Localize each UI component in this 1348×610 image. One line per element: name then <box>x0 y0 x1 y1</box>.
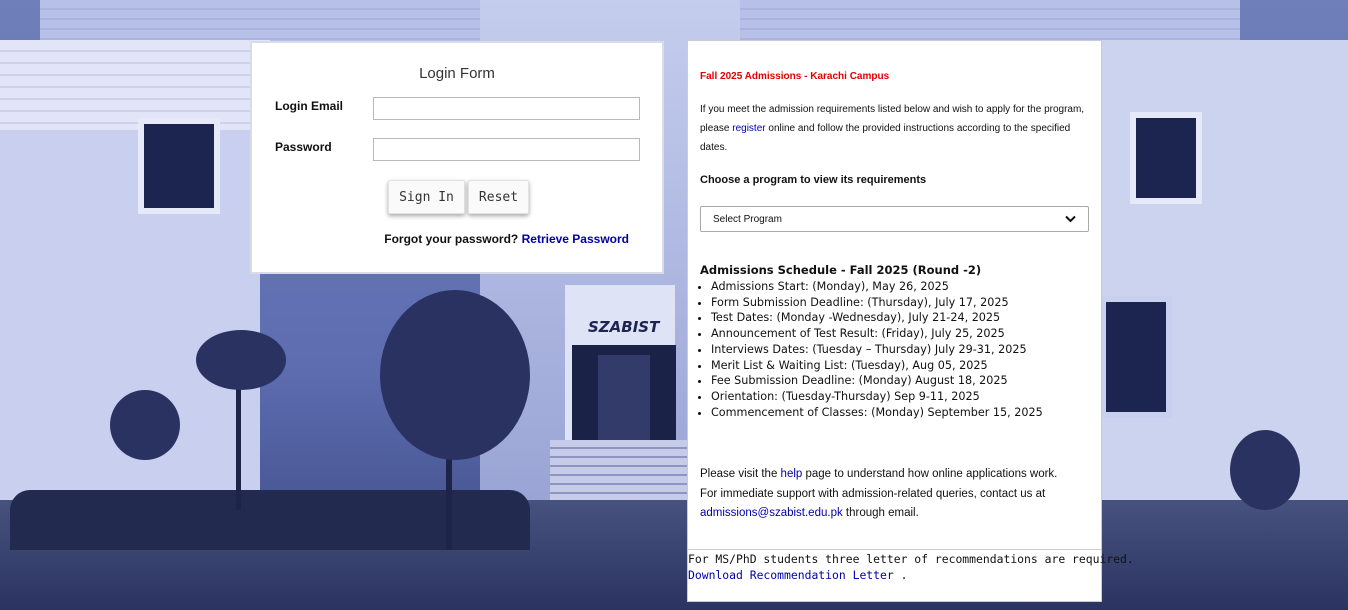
program-select-value: Select Program <box>713 213 782 225</box>
schedule-item: Interviews Dates: (Tuesday – Thursday) J… <box>711 342 1043 358</box>
building-window <box>1130 112 1202 204</box>
building-window <box>1100 296 1172 418</box>
download-suffix: . <box>893 568 908 582</box>
background-hedge <box>10 490 530 550</box>
admissions-info-panel: Fall 2025 Admissions - Karachi Campus If… <box>687 40 1134 602</box>
forgot-password-text: Forgot your password? <box>384 232 519 246</box>
schedule-title: Admissions Schedule - Fall 2025 (Round -… <box>700 263 982 277</box>
login-form-panel: Login Form Login Email Password Sign In … <box>250 41 664 274</box>
password-label: Password <box>275 140 332 154</box>
choose-program-label: Choose a program to view its requirement… <box>700 174 927 186</box>
schedule-item: Admissions Start: (Monday), May 26, 2025 <box>711 279 1043 295</box>
tree-canopy <box>196 330 286 390</box>
schedule-item: Fee Submission Deadline: (Monday) August… <box>711 373 1043 389</box>
login-form-title: Login Form <box>419 65 495 82</box>
program-select[interactable]: Select Program <box>700 206 1089 232</box>
support-email-suffix: through email. <box>842 507 919 519</box>
msphd-recommendation-note: For MS/PhD students three letter of reco… <box>688 551 1134 583</box>
building-sign: SZABIST <box>588 318 660 336</box>
retrieve-password-link[interactable]: Retrieve Password <box>522 232 629 246</box>
register-link[interactable]: register <box>732 123 765 134</box>
building-left-roof <box>0 40 270 130</box>
schedule-item: Announcement of Test Result: (Friday), J… <box>711 326 1043 342</box>
building-window <box>138 118 220 214</box>
support-visit-prefix: Please visit the <box>700 468 781 480</box>
building-right-wing <box>1100 40 1348 510</box>
download-recommendation-link[interactable]: Download Recommendation Letter <box>688 568 894 582</box>
msphd-text: For MS/PhD students three letter of reco… <box>688 552 1134 566</box>
schedule-item: Merit List & Waiting List: (Tuesday), Au… <box>711 358 1043 374</box>
support-info: Please visit the help page to understand… <box>700 465 1095 524</box>
login-email-label: Login Email <box>275 99 344 113</box>
tree-canopy <box>110 390 180 460</box>
schedule-item: Orientation: (Tuesday-Thursday) Sep 9-11… <box>711 389 1043 405</box>
support-visit-suffix: page to understand how online applicatio… <box>802 468 1058 480</box>
background-campus-photo: SZABIST <box>0 0 1348 610</box>
panel-divider <box>688 549 1101 550</box>
tree-canopy <box>1230 430 1300 510</box>
help-link[interactable]: help <box>781 468 803 480</box>
support-contact-text: For immediate support with admission-rel… <box>700 487 1046 500</box>
sign-in-button[interactable]: Sign In <box>388 180 465 214</box>
tree-canopy <box>380 290 530 460</box>
schedule-item: Test Dates: (Monday -Wednesday), July 21… <box>711 310 1043 326</box>
chevron-down-icon <box>1065 215 1076 223</box>
admissions-title: Fall 2025 Admissions - Karachi Campus <box>700 71 890 82</box>
admissions-email-link[interactable]: admissions@szabist.edu.pk <box>700 507 843 519</box>
schedule-item: Commencement of Classes: (Monday) Septem… <box>711 405 1043 421</box>
reset-button[interactable]: Reset <box>468 180 529 214</box>
forgot-password-row: Forgot your password? Retrieve Password <box>384 232 629 246</box>
password-input[interactable] <box>373 138 640 161</box>
schedule-item: Form Submission Deadline: (Thursday), Ju… <box>711 295 1043 311</box>
admissions-intro: If you meet the admission requirements l… <box>700 100 1085 157</box>
login-email-input[interactable] <box>373 97 640 120</box>
schedule-list: Admissions Start: (Monday), May 26, 2025… <box>700 279 1043 420</box>
